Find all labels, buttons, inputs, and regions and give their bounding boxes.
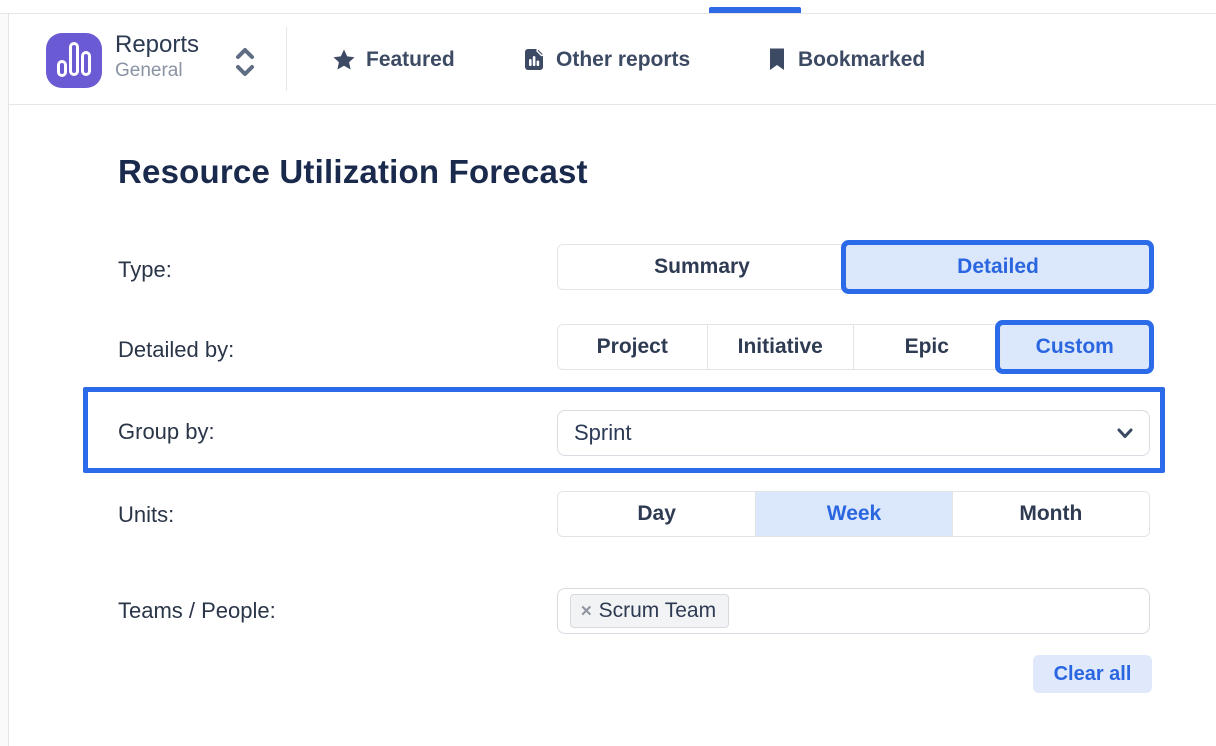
screen: Reports General Featured Other reports xyxy=(0,0,1216,746)
chevron-down-icon xyxy=(1115,423,1135,443)
team-tag-label: Scrum Team xyxy=(599,599,716,623)
tab-featured[interactable]: Featured xyxy=(332,14,455,105)
tab-other-reports-label: Other reports xyxy=(556,48,690,72)
teams-people-input[interactable]: ✕ Scrum Team xyxy=(557,588,1150,634)
detailed-by-label: Detailed by: xyxy=(118,337,234,363)
type-option-detailed[interactable]: Detailed xyxy=(846,245,1149,289)
chevron-updown-icon[interactable] xyxy=(233,46,257,78)
app-title: Reports xyxy=(115,31,199,59)
clear-all-button[interactable]: Clear all xyxy=(1033,655,1152,693)
star-icon xyxy=(332,48,356,72)
left-gutter xyxy=(0,14,8,746)
detailed-by-option-project[interactable]: Project xyxy=(558,325,707,369)
reports-logo-icon xyxy=(46,33,102,88)
app-subtitle: General xyxy=(115,60,183,82)
tab-bookmarked-label: Bookmarked xyxy=(798,48,925,72)
page-title: Resource Utilization Forecast xyxy=(118,153,588,191)
bar-icon xyxy=(57,60,67,77)
bookmark-icon xyxy=(766,47,788,72)
tab-featured-label: Featured xyxy=(366,48,455,72)
team-tag: ✕ Scrum Team xyxy=(570,594,729,628)
units-option-week[interactable]: Week xyxy=(755,492,951,536)
bar-icon xyxy=(69,42,79,76)
units-label: Units: xyxy=(118,502,174,528)
report-chart-icon xyxy=(522,47,546,72)
units-segmented-control: Day Week Month xyxy=(557,491,1150,537)
remove-tag-icon[interactable]: ✕ xyxy=(580,604,593,619)
detailed-by-segmented-control: Project Initiative Epic Custom xyxy=(557,324,1150,370)
units-option-day[interactable]: Day xyxy=(558,492,755,536)
header-divider xyxy=(286,27,287,91)
tab-bookmarked[interactable]: Bookmarked xyxy=(766,14,925,105)
type-option-summary[interactable]: Summary xyxy=(558,245,846,289)
left-edge-divider xyxy=(8,14,9,746)
teams-people-label: Teams / People: xyxy=(118,598,276,624)
group-by-select[interactable]: Sprint xyxy=(557,410,1150,456)
type-segmented-control: Summary Detailed xyxy=(557,244,1150,290)
units-option-month[interactable]: Month xyxy=(952,492,1149,536)
detailed-by-option-initiative[interactable]: Initiative xyxy=(707,325,854,369)
type-label: Type: xyxy=(118,257,172,283)
bar-icon xyxy=(81,51,91,76)
tab-other-reports[interactable]: Other reports xyxy=(522,14,690,105)
detailed-by-option-epic[interactable]: Epic xyxy=(853,325,1000,369)
header: Reports General Featured Other reports xyxy=(9,14,1216,105)
group-by-value: Sprint xyxy=(574,420,1115,446)
detailed-by-option-custom[interactable]: Custom xyxy=(1000,325,1150,369)
